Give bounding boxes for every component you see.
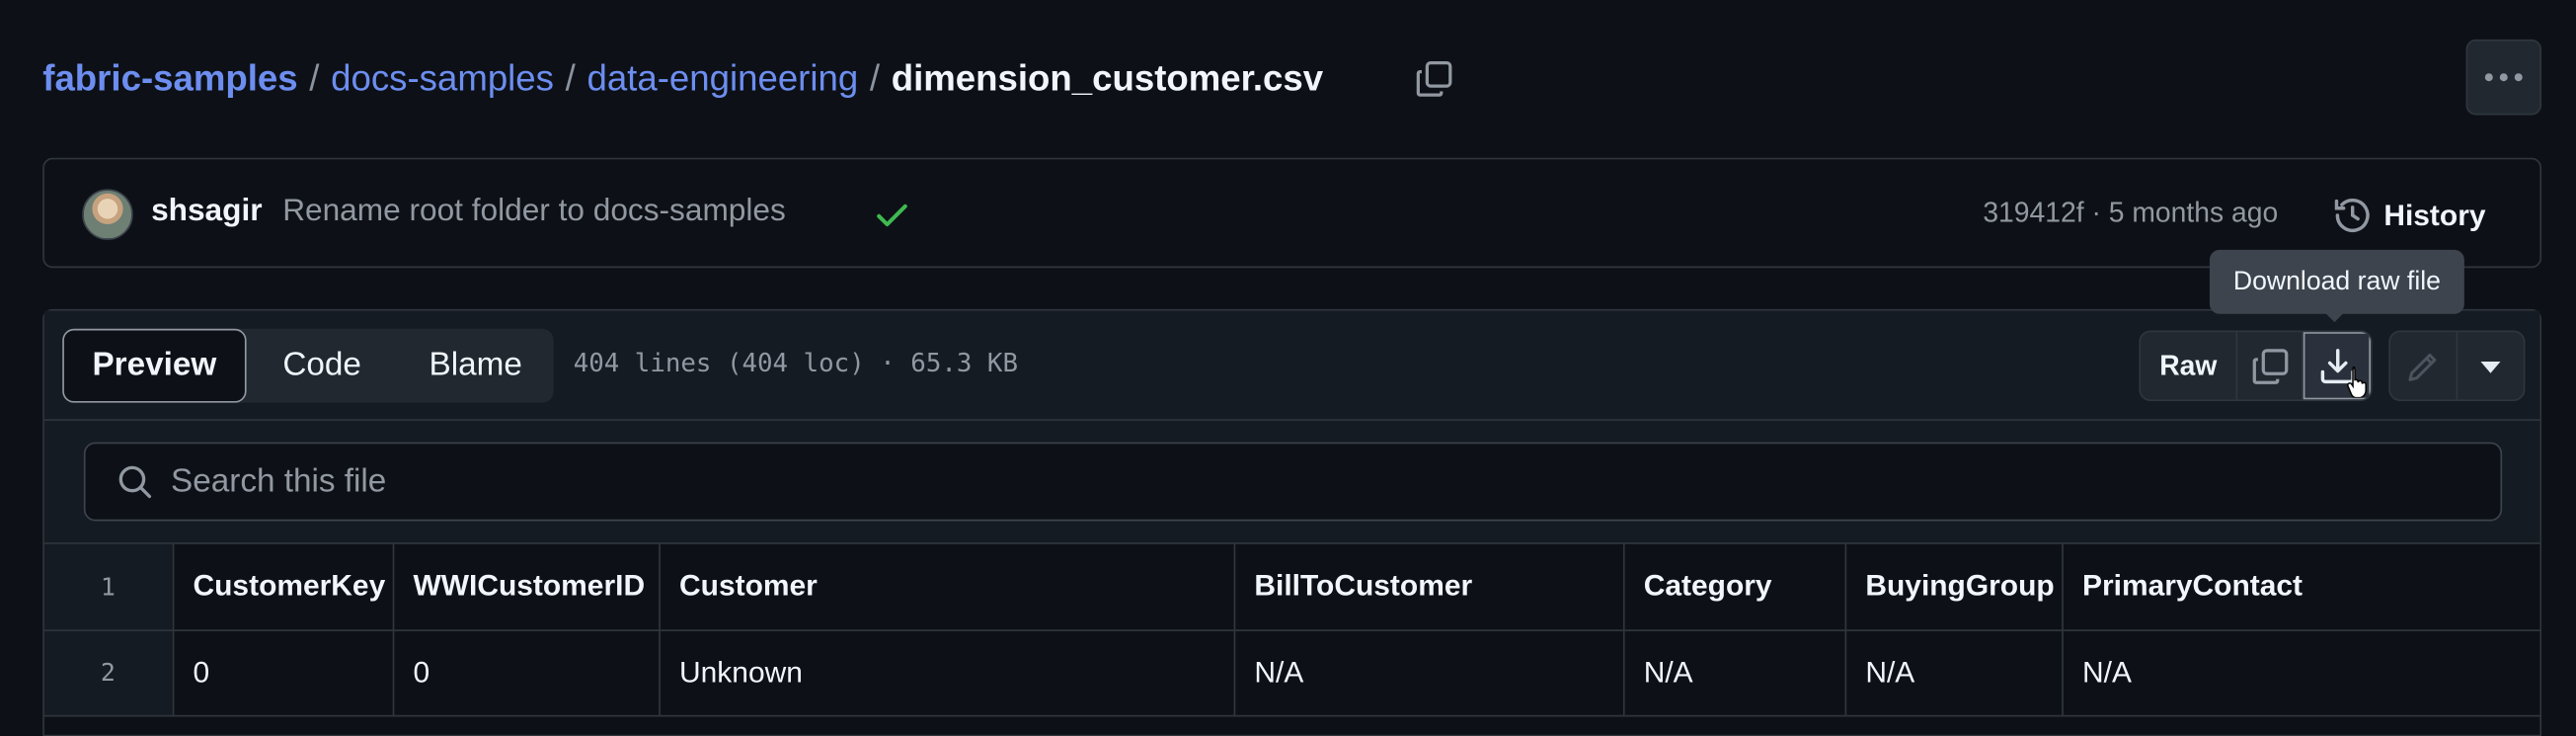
commit-author-link[interactable]: shsagir bbox=[151, 194, 262, 230]
breadcrumb-repo-link[interactable]: fabric-samples bbox=[42, 54, 297, 104]
copy-icon bbox=[2251, 348, 2288, 384]
table-cell: N/A bbox=[1233, 629, 1624, 716]
check-icon[interactable] bbox=[873, 196, 912, 235]
table-cell: N/A bbox=[1844, 629, 2064, 716]
tooltip-arrow bbox=[2324, 312, 2345, 323]
table-cell: 0 bbox=[392, 629, 661, 716]
tab-preview[interactable]: Preview bbox=[62, 328, 247, 403]
history-button[interactable]: History bbox=[2331, 193, 2486, 239]
column-header: Customer bbox=[659, 543, 1235, 631]
column-header: BillToCustomer bbox=[1233, 543, 1624, 631]
more-options-button[interactable] bbox=[2465, 39, 2542, 116]
history-label: History bbox=[2383, 198, 2486, 231]
commit-hash-link[interactable]: 319412f bbox=[1983, 198, 2083, 229]
table-header-row: 1 CustomerKey WWICustomerID Customer Bil… bbox=[43, 543, 2540, 631]
copy-raw-button[interactable] bbox=[2237, 332, 2303, 400]
commit-meta: 319412f · 5 months ago bbox=[1983, 198, 2278, 230]
raw-label: Raw bbox=[2159, 349, 2218, 381]
table-cell: 0 bbox=[172, 629, 394, 716]
breadcrumb-separator: / bbox=[565, 57, 576, 99]
table-cell: N/A bbox=[2062, 629, 2540, 716]
kebab-horizontal-icon bbox=[2484, 73, 2523, 82]
column-header: CustomerKey bbox=[172, 543, 394, 631]
search-icon bbox=[118, 465, 152, 499]
edit-actions-group bbox=[2388, 330, 2526, 401]
breadcrumb-separator: / bbox=[309, 57, 320, 99]
commit-message-link[interactable]: Rename root folder to docs-samples bbox=[282, 194, 786, 230]
hand-cursor-icon bbox=[2347, 367, 2367, 398]
download-tooltip: Download raw file bbox=[2209, 249, 2464, 314]
commit-time: 5 months ago bbox=[2108, 197, 2279, 229]
table-row: 2 0 0 Unknown N/A N/A N/A N/A bbox=[43, 629, 2540, 716]
table-cell: Unknown bbox=[659, 629, 1235, 716]
edit-dropdown-button[interactable] bbox=[2458, 332, 2524, 399]
column-header: WWICustomerID bbox=[392, 543, 661, 631]
copy-path-button[interactable] bbox=[1410, 54, 1459, 104]
raw-actions-group: Raw bbox=[2139, 330, 2373, 401]
raw-button[interactable]: Raw bbox=[2141, 332, 2238, 400]
line-number[interactable]: 2 bbox=[43, 629, 174, 716]
breadcrumb-current-file: dimension_customer.csv bbox=[891, 57, 1324, 99]
file-stats: 404 lines (404 loc) · 65.3 KB bbox=[573, 348, 1018, 378]
avatar[interactable] bbox=[82, 189, 133, 240]
search-box[interactable] bbox=[83, 442, 2503, 522]
triangle-down-icon bbox=[2480, 361, 2501, 372]
commit-meta-separator: · bbox=[2091, 197, 2101, 229]
breadcrumb: fabric-samples / docs-samples / data-eng… bbox=[42, 54, 1323, 104]
breadcrumb-separator: / bbox=[869, 57, 881, 99]
search-input[interactable] bbox=[167, 460, 2442, 503]
edit-file-button[interactable] bbox=[2390, 332, 2459, 400]
column-header: Category bbox=[1622, 543, 1846, 631]
history-icon bbox=[2334, 199, 2370, 232]
breadcrumb-folder-link[interactable]: docs-samples bbox=[331, 54, 554, 104]
table-cell: N/A bbox=[1622, 629, 1846, 716]
line-number[interactable]: 1 bbox=[43, 543, 174, 631]
copy-icon bbox=[1416, 61, 1452, 97]
tab-blame[interactable]: Blame bbox=[398, 329, 554, 403]
stage: fabric-samples / docs-samples / data-eng… bbox=[0, 0, 2576, 736]
tab-code[interactable]: Code bbox=[252, 329, 393, 403]
breadcrumb-folder-link[interactable]: data-engineering bbox=[586, 54, 858, 104]
pencil-icon bbox=[2408, 353, 2437, 381]
column-header: BuyingGroup bbox=[1844, 543, 2064, 631]
column-header: PrimaryContact bbox=[2062, 543, 2540, 631]
csv-table: 1 CustomerKey WWICustomerID Customer Bil… bbox=[43, 543, 2540, 716]
